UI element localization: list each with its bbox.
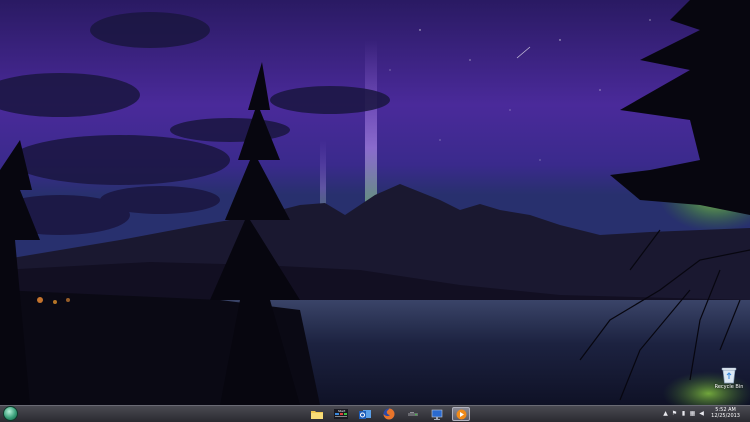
flag-icon[interactable]: ⚑ bbox=[671, 410, 678, 417]
firefox-button[interactable] bbox=[380, 407, 398, 421]
file-explorer-icon bbox=[311, 411, 323, 419]
monitor-icon bbox=[431, 409, 443, 420]
start-button[interactable] bbox=[3, 406, 18, 421]
recycle-bin-shortcut[interactable]: Recycle Bin bbox=[712, 366, 746, 402]
desktop-wallpaper bbox=[0, 0, 750, 410]
battery-icon[interactable]: ▮ bbox=[680, 410, 687, 417]
firefox-icon bbox=[383, 408, 395, 420]
network-icon[interactable]: ▦ bbox=[689, 410, 696, 417]
recycle-bin-icon bbox=[721, 367, 737, 384]
volume-icon[interactable]: ◀ bbox=[698, 410, 705, 417]
recycle-bin-label: Recycle Bin bbox=[714, 384, 744, 390]
clock-date: 12/25/2013 bbox=[711, 413, 740, 419]
file-explorer-button[interactable] bbox=[308, 407, 326, 421]
start8-icon: Start bbox=[334, 409, 348, 419]
clock[interactable]: 5:52 AM 12/25/2013 bbox=[711, 407, 740, 419]
monitor-button[interactable] bbox=[428, 407, 446, 421]
start8-label: Start bbox=[338, 409, 346, 413]
remote-device-button[interactable] bbox=[404, 407, 422, 421]
outlook-icon bbox=[359, 409, 371, 419]
system-tray: ▲ ⚑ ▮ ▦ ◀ 5:52 AM 12/25/2013 bbox=[660, 406, 748, 422]
outlook-button[interactable] bbox=[356, 407, 374, 421]
taskbar: Start ▲ ⚑ ▮ ▦ ◀ 5:52 AM 12/25/2013 bbox=[0, 405, 750, 422]
remote-device-icon bbox=[408, 412, 418, 416]
media-player-icon bbox=[456, 409, 466, 419]
start8-button[interactable]: Start bbox=[332, 407, 350, 421]
media-player-button[interactable] bbox=[452, 407, 470, 421]
show-hidden-icon[interactable]: ▲ bbox=[662, 410, 669, 417]
